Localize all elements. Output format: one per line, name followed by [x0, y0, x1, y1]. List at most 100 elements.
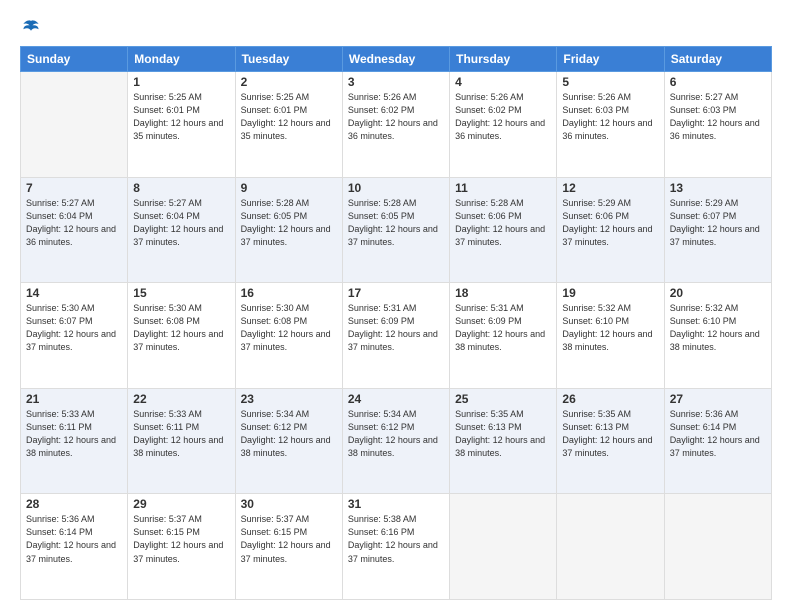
calendar-week-row: 28 Sunrise: 5:36 AMSunset: 6:14 PMDaylig… [21, 494, 772, 600]
calendar-cell [557, 494, 664, 600]
day-number: 16 [241, 286, 337, 300]
calendar-header-row: SundayMondayTuesdayWednesdayThursdayFrid… [21, 47, 772, 72]
day-info: Sunrise: 5:37 AMSunset: 6:15 PMDaylight:… [241, 513, 337, 565]
day-number: 23 [241, 392, 337, 406]
day-number: 31 [348, 497, 444, 511]
calendar-cell: 6 Sunrise: 5:27 AMSunset: 6:03 PMDayligh… [664, 72, 771, 178]
day-info: Sunrise: 5:36 AMSunset: 6:14 PMDaylight:… [670, 408, 766, 460]
calendar-header-monday: Monday [128, 47, 235, 72]
calendar-week-row: 21 Sunrise: 5:33 AMSunset: 6:11 PMDaylig… [21, 388, 772, 494]
logo [20, 18, 40, 36]
day-info: Sunrise: 5:30 AMSunset: 6:08 PMDaylight:… [133, 302, 229, 354]
calendar-header-thursday: Thursday [450, 47, 557, 72]
day-info: Sunrise: 5:26 AMSunset: 6:02 PMDaylight:… [348, 91, 444, 143]
day-number: 30 [241, 497, 337, 511]
calendar-cell: 22 Sunrise: 5:33 AMSunset: 6:11 PMDaylig… [128, 388, 235, 494]
calendar-header-tuesday: Tuesday [235, 47, 342, 72]
day-info: Sunrise: 5:32 AMSunset: 6:10 PMDaylight:… [562, 302, 658, 354]
day-number: 14 [26, 286, 122, 300]
day-number: 18 [455, 286, 551, 300]
day-number: 20 [670, 286, 766, 300]
calendar-cell: 1 Sunrise: 5:25 AMSunset: 6:01 PMDayligh… [128, 72, 235, 178]
day-number: 21 [26, 392, 122, 406]
day-number: 15 [133, 286, 229, 300]
day-info: Sunrise: 5:35 AMSunset: 6:13 PMDaylight:… [455, 408, 551, 460]
calendar-cell: 29 Sunrise: 5:37 AMSunset: 6:15 PMDaylig… [128, 494, 235, 600]
day-number: 27 [670, 392, 766, 406]
logo-bird-icon [22, 18, 40, 36]
calendar-cell: 18 Sunrise: 5:31 AMSunset: 6:09 PMDaylig… [450, 283, 557, 389]
calendar-cell: 24 Sunrise: 5:34 AMSunset: 6:12 PMDaylig… [342, 388, 449, 494]
day-number: 28 [26, 497, 122, 511]
day-info: Sunrise: 5:26 AMSunset: 6:02 PMDaylight:… [455, 91, 551, 143]
calendar-cell: 3 Sunrise: 5:26 AMSunset: 6:02 PMDayligh… [342, 72, 449, 178]
calendar-header-saturday: Saturday [664, 47, 771, 72]
calendar-week-row: 7 Sunrise: 5:27 AMSunset: 6:04 PMDayligh… [21, 177, 772, 283]
calendar-cell: 27 Sunrise: 5:36 AMSunset: 6:14 PMDaylig… [664, 388, 771, 494]
calendar-week-row: 1 Sunrise: 5:25 AMSunset: 6:01 PMDayligh… [21, 72, 772, 178]
day-number: 17 [348, 286, 444, 300]
day-info: Sunrise: 5:38 AMSunset: 6:16 PMDaylight:… [348, 513, 444, 565]
day-number: 6 [670, 75, 766, 89]
day-info: Sunrise: 5:29 AMSunset: 6:06 PMDaylight:… [562, 197, 658, 249]
day-number: 19 [562, 286, 658, 300]
day-info: Sunrise: 5:27 AMSunset: 6:04 PMDaylight:… [26, 197, 122, 249]
day-info: Sunrise: 5:30 AMSunset: 6:07 PMDaylight:… [26, 302, 122, 354]
day-number: 26 [562, 392, 658, 406]
day-info: Sunrise: 5:35 AMSunset: 6:13 PMDaylight:… [562, 408, 658, 460]
day-info: Sunrise: 5:30 AMSunset: 6:08 PMDaylight:… [241, 302, 337, 354]
calendar-cell: 11 Sunrise: 5:28 AMSunset: 6:06 PMDaylig… [450, 177, 557, 283]
calendar-cell: 13 Sunrise: 5:29 AMSunset: 6:07 PMDaylig… [664, 177, 771, 283]
day-number: 1 [133, 75, 229, 89]
calendar-week-row: 14 Sunrise: 5:30 AMSunset: 6:07 PMDaylig… [21, 283, 772, 389]
calendar-cell: 30 Sunrise: 5:37 AMSunset: 6:15 PMDaylig… [235, 494, 342, 600]
calendar-header-sunday: Sunday [21, 47, 128, 72]
day-info: Sunrise: 5:25 AMSunset: 6:01 PMDaylight:… [241, 91, 337, 143]
day-number: 7 [26, 181, 122, 195]
day-info: Sunrise: 5:32 AMSunset: 6:10 PMDaylight:… [670, 302, 766, 354]
day-number: 22 [133, 392, 229, 406]
calendar-cell: 5 Sunrise: 5:26 AMSunset: 6:03 PMDayligh… [557, 72, 664, 178]
day-info: Sunrise: 5:27 AMSunset: 6:03 PMDaylight:… [670, 91, 766, 143]
calendar-cell: 28 Sunrise: 5:36 AMSunset: 6:14 PMDaylig… [21, 494, 128, 600]
day-number: 11 [455, 181, 551, 195]
calendar-cell: 23 Sunrise: 5:34 AMSunset: 6:12 PMDaylig… [235, 388, 342, 494]
day-info: Sunrise: 5:37 AMSunset: 6:15 PMDaylight:… [133, 513, 229, 565]
calendar-cell: 9 Sunrise: 5:28 AMSunset: 6:05 PMDayligh… [235, 177, 342, 283]
calendar-cell: 12 Sunrise: 5:29 AMSunset: 6:06 PMDaylig… [557, 177, 664, 283]
day-info: Sunrise: 5:33 AMSunset: 6:11 PMDaylight:… [26, 408, 122, 460]
day-info: Sunrise: 5:28 AMSunset: 6:05 PMDaylight:… [241, 197, 337, 249]
day-number: 2 [241, 75, 337, 89]
calendar-cell: 14 Sunrise: 5:30 AMSunset: 6:07 PMDaylig… [21, 283, 128, 389]
day-info: Sunrise: 5:34 AMSunset: 6:12 PMDaylight:… [348, 408, 444, 460]
page: SundayMondayTuesdayWednesdayThursdayFrid… [0, 0, 792, 612]
calendar-table: SundayMondayTuesdayWednesdayThursdayFrid… [20, 46, 772, 600]
day-info: Sunrise: 5:27 AMSunset: 6:04 PMDaylight:… [133, 197, 229, 249]
day-number: 9 [241, 181, 337, 195]
day-number: 25 [455, 392, 551, 406]
calendar-cell: 26 Sunrise: 5:35 AMSunset: 6:13 PMDaylig… [557, 388, 664, 494]
calendar-cell: 10 Sunrise: 5:28 AMSunset: 6:05 PMDaylig… [342, 177, 449, 283]
calendar-cell: 31 Sunrise: 5:38 AMSunset: 6:16 PMDaylig… [342, 494, 449, 600]
day-info: Sunrise: 5:34 AMSunset: 6:12 PMDaylight:… [241, 408, 337, 460]
day-number: 24 [348, 392, 444, 406]
calendar-cell: 8 Sunrise: 5:27 AMSunset: 6:04 PMDayligh… [128, 177, 235, 283]
day-info: Sunrise: 5:25 AMSunset: 6:01 PMDaylight:… [133, 91, 229, 143]
day-number: 10 [348, 181, 444, 195]
calendar-cell: 20 Sunrise: 5:32 AMSunset: 6:10 PMDaylig… [664, 283, 771, 389]
day-info: Sunrise: 5:31 AMSunset: 6:09 PMDaylight:… [348, 302, 444, 354]
calendar-cell [450, 494, 557, 600]
day-number: 12 [562, 181, 658, 195]
calendar-cell [21, 72, 128, 178]
day-number: 4 [455, 75, 551, 89]
day-info: Sunrise: 5:31 AMSunset: 6:09 PMDaylight:… [455, 302, 551, 354]
day-info: Sunrise: 5:33 AMSunset: 6:11 PMDaylight:… [133, 408, 229, 460]
calendar-cell: 2 Sunrise: 5:25 AMSunset: 6:01 PMDayligh… [235, 72, 342, 178]
day-number: 29 [133, 497, 229, 511]
calendar-cell: 7 Sunrise: 5:27 AMSunset: 6:04 PMDayligh… [21, 177, 128, 283]
day-number: 8 [133, 181, 229, 195]
day-info: Sunrise: 5:28 AMSunset: 6:06 PMDaylight:… [455, 197, 551, 249]
calendar-cell: 25 Sunrise: 5:35 AMSunset: 6:13 PMDaylig… [450, 388, 557, 494]
calendar-header-wednesday: Wednesday [342, 47, 449, 72]
calendar-cell [664, 494, 771, 600]
